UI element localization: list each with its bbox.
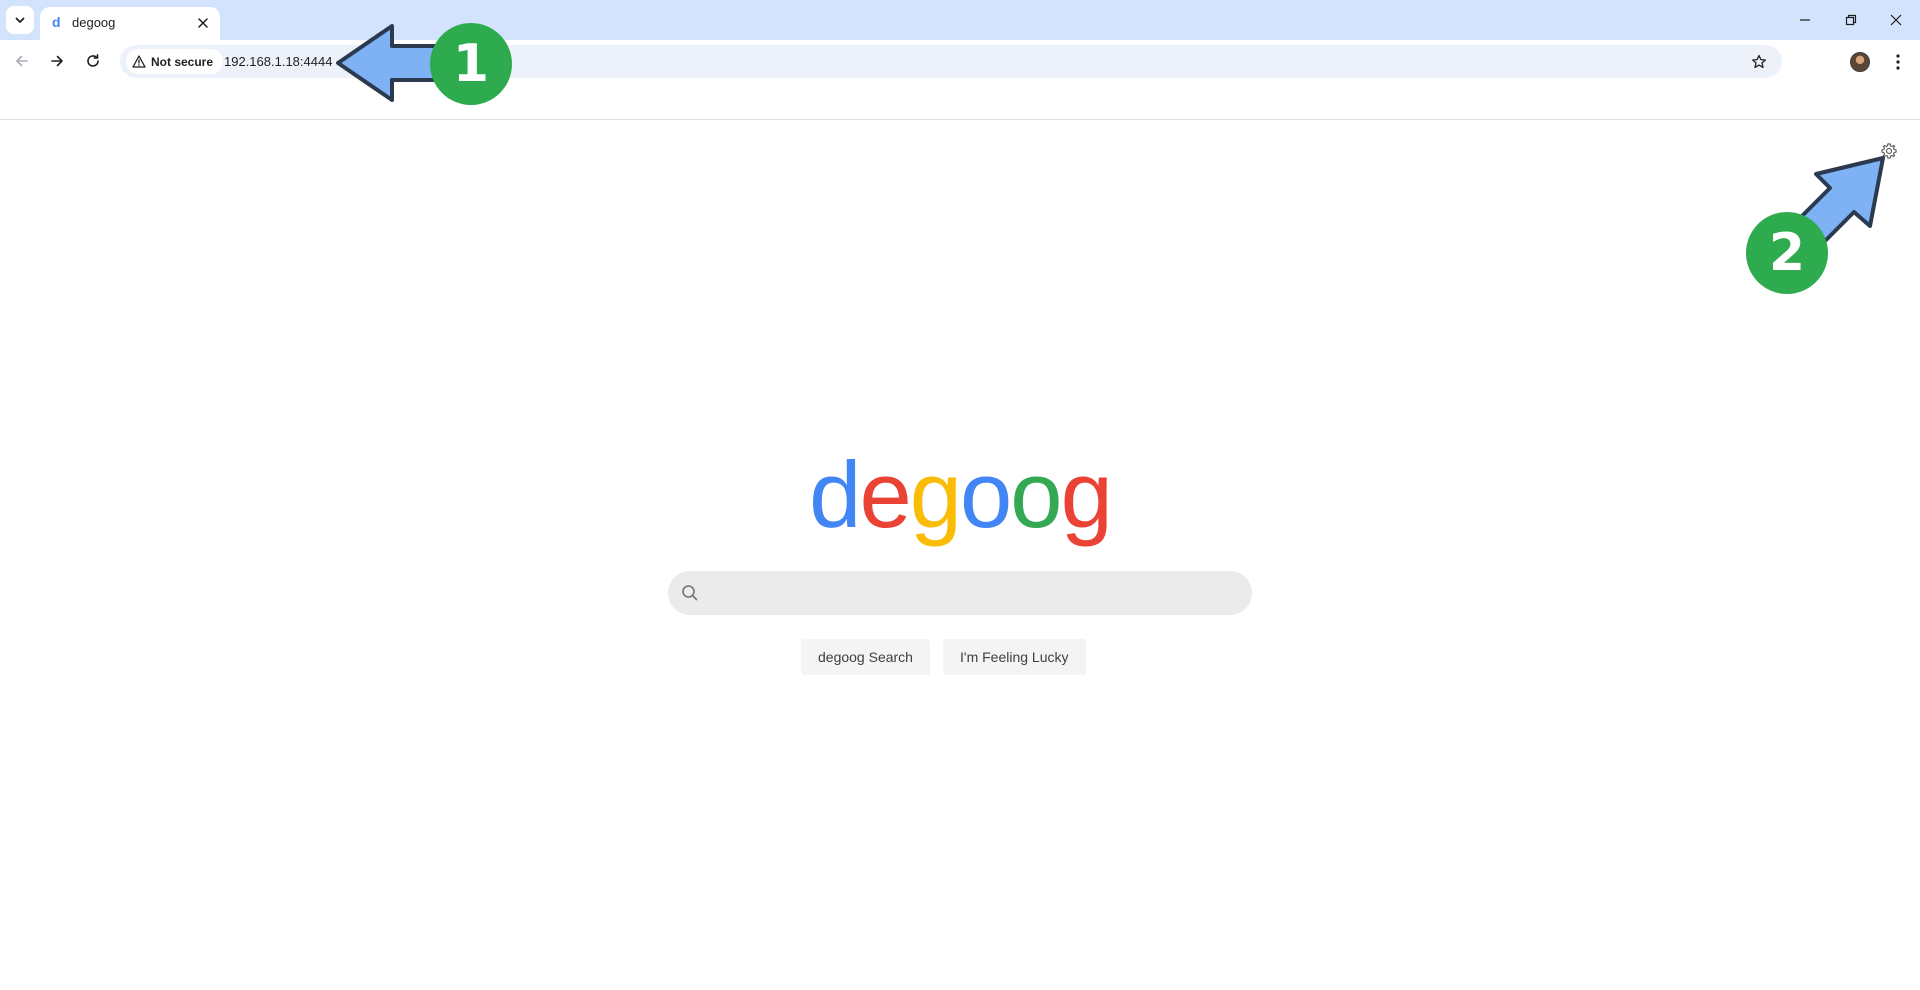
annotation-badge-step-1: 1	[430, 23, 512, 105]
back-arrow-icon	[16, 55, 28, 67]
restore-icon	[1845, 14, 1857, 26]
browser-menu-button[interactable]	[1888, 50, 1908, 74]
forward-arrow-icon	[51, 55, 63, 67]
minimize-icon	[1800, 19, 1810, 21]
logo-letter: d	[809, 442, 861, 547]
star-icon	[1752, 54, 1766, 69]
tab-favicon: d	[52, 14, 61, 30]
bookmark-button[interactable]	[1748, 51, 1770, 73]
security-label: Not secure	[151, 54, 214, 69]
close-icon[interactable]	[196, 16, 210, 30]
tab-search-button[interactable]	[6, 6, 34, 34]
toolbar-spacer	[0, 82, 1920, 120]
close-icon	[1890, 14, 1902, 26]
search-input[interactable]	[708, 571, 1238, 615]
search-icon	[682, 585, 698, 601]
reload-button[interactable]	[79, 47, 107, 75]
logo-letter: g	[909, 442, 962, 547]
logo-letter: g	[1060, 442, 1113, 547]
security-indicator[interactable]: Not secure	[126, 49, 224, 74]
browser-tab[interactable]: d degoog	[40, 7, 220, 40]
page-content: degoog degoog Search I'm Feeling Lucky	[0, 120, 1920, 990]
browser-toolbar: Not secure 192.168.1.18:4444	[0, 40, 1920, 82]
forward-button[interactable]	[43, 47, 71, 75]
tab-strip: d degoog	[0, 0, 1920, 40]
feeling-lucky-button[interactable]: I'm Feeling Lucky	[943, 639, 1086, 675]
annotation-badge-step-2: 2	[1746, 212, 1828, 294]
search-box	[668, 571, 1252, 615]
reload-icon	[87, 54, 99, 67]
restore-button[interactable]	[1839, 8, 1863, 32]
tab-title: degoog	[72, 15, 116, 30]
minimize-button[interactable]	[1793, 8, 1817, 32]
logo-letter: o	[1010, 442, 1062, 547]
profile-avatar[interactable]	[1850, 52, 1870, 72]
warning-icon	[132, 55, 146, 68]
search-button[interactable]: degoog Search	[801, 639, 930, 675]
close-window-button[interactable]	[1884, 8, 1908, 32]
url-text[interactable]: 192.168.1.18:4444	[224, 54, 332, 69]
back-button[interactable]	[8, 47, 36, 75]
chevron-down-icon	[15, 17, 25, 23]
logo-letter: e	[859, 442, 911, 547]
logo-letter: o	[960, 442, 1012, 547]
degoog-logo: degoog	[0, 440, 1920, 550]
kebab-menu-icon	[1896, 54, 1900, 70]
